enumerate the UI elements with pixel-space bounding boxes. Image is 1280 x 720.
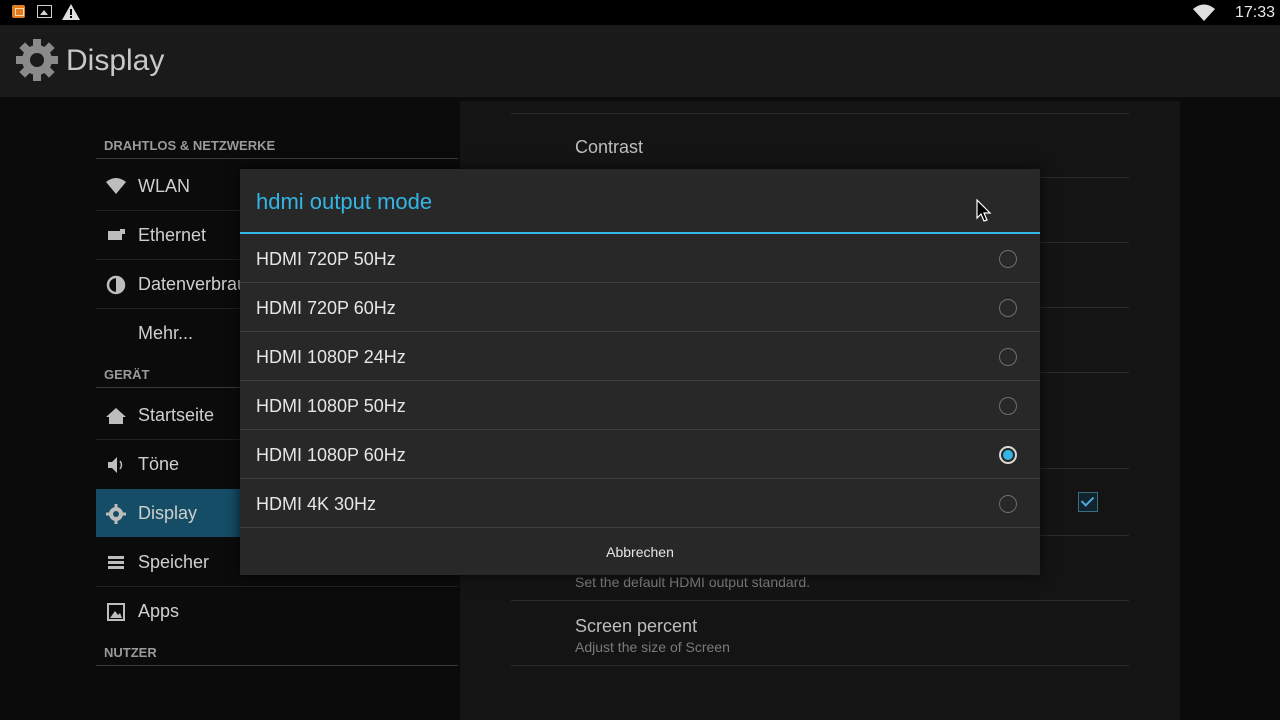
sidebar-item-label: Ethernet: [138, 225, 207, 245]
radio-button[interactable]: [999, 348, 1017, 366]
option-label: HDMI 720P 50Hz: [256, 249, 396, 269]
section-header-network: DRAHTLOS & NETZWERKE: [104, 138, 276, 153]
ethernet-icon: [108, 229, 125, 240]
contrast-setting[interactable]: Contrast: [575, 137, 643, 158]
hdmi-output-mode-dialog: hdmi output mode HDMI 720P 50Hz HDMI 720…: [240, 169, 1040, 575]
sidebar-item-label: Mehr...: [138, 323, 194, 343]
mouse-cursor-icon: [976, 199, 992, 222]
divider: [511, 665, 1129, 666]
sound-icon: [108, 457, 123, 473]
sidebar-item-label: Speicher: [138, 552, 210, 572]
divider: [511, 600, 1129, 601]
screen-percent-subtitle: Adjust the size of Screen: [575, 639, 730, 655]
page-title: Display: [66, 44, 165, 77]
divider: [511, 113, 1129, 114]
warning-icon: [62, 4, 80, 20]
setting-checkbox[interactable]: [1078, 492, 1098, 512]
status-bar: 17:33: [0, 0, 1280, 25]
cancel-button[interactable]: Abbrechen: [240, 528, 1040, 575]
section-divider: [96, 665, 458, 666]
option-hdmi-1080p-24hz[interactable]: HDMI 1080P 24Hz: [240, 332, 1040, 381]
radio-button[interactable]: [999, 495, 1017, 513]
radio-button[interactable]: [999, 299, 1017, 317]
option-hdmi-1080p-60hz[interactable]: HDMI 1080P 60Hz: [240, 430, 1040, 479]
screen-percent-setting[interactable]: Screen percent: [575, 616, 697, 637]
option-label: HDMI 4K 30Hz: [256, 494, 377, 514]
app-notification-icon: [12, 5, 25, 18]
sidebar-item-label: Datenverbrau: [138, 274, 248, 294]
apps-icon: [107, 603, 125, 621]
sidebar-item-label: Display: [138, 503, 198, 523]
section-divider: [96, 158, 458, 159]
wifi-icon: [106, 178, 126, 194]
sidebar-item-apps[interactable]: Apps: [96, 587, 458, 635]
wifi-icon: [1193, 4, 1215, 21]
option-hdmi-720p-60hz[interactable]: HDMI 720P 60Hz: [240, 283, 1040, 332]
sidebar-item-label: Töne: [138, 454, 180, 474]
gear-icon: [106, 504, 126, 524]
hdmi-output-subtitle: Set the default HDMI output standard.: [575, 574, 811, 590]
action-bar: Display: [0, 25, 1280, 97]
radio-button[interactable]: [999, 397, 1017, 415]
sidebar-item-label: WLAN: [138, 176, 191, 196]
section-header-user: NUTZER: [104, 645, 157, 660]
dialog-title: hdmi output mode: [256, 189, 433, 214]
sidebar-item-label: Startseite: [138, 405, 215, 425]
option-label: HDMI 1080P 24Hz: [256, 347, 406, 367]
option-label: HDMI 720P 60Hz: [256, 298, 396, 318]
image-icon: [37, 5, 52, 18]
option-hdmi-1080p-50hz[interactable]: HDMI 1080P 50Hz: [240, 381, 1040, 430]
storage-icon: [108, 556, 124, 569]
sidebar-item-label: Apps: [138, 601, 180, 621]
radio-button[interactable]: [999, 250, 1017, 268]
option-label: HDMI 1080P 50Hz: [256, 396, 406, 416]
radio-button-selected[interactable]: [999, 446, 1017, 464]
section-header-device: GERÄT: [104, 367, 150, 382]
clock: 17:33: [1235, 4, 1276, 21]
option-hdmi-720p-50hz[interactable]: HDMI 720P 50Hz: [240, 234, 1040, 283]
data-usage-icon: [106, 275, 126, 295]
home-icon: [106, 408, 126, 424]
option-hdmi-4k-30hz[interactable]: HDMI 4K 30Hz: [240, 479, 1040, 528]
option-label: HDMI 1080P 60Hz: [256, 445, 406, 465]
gear-icon[interactable]: [14, 37, 60, 83]
